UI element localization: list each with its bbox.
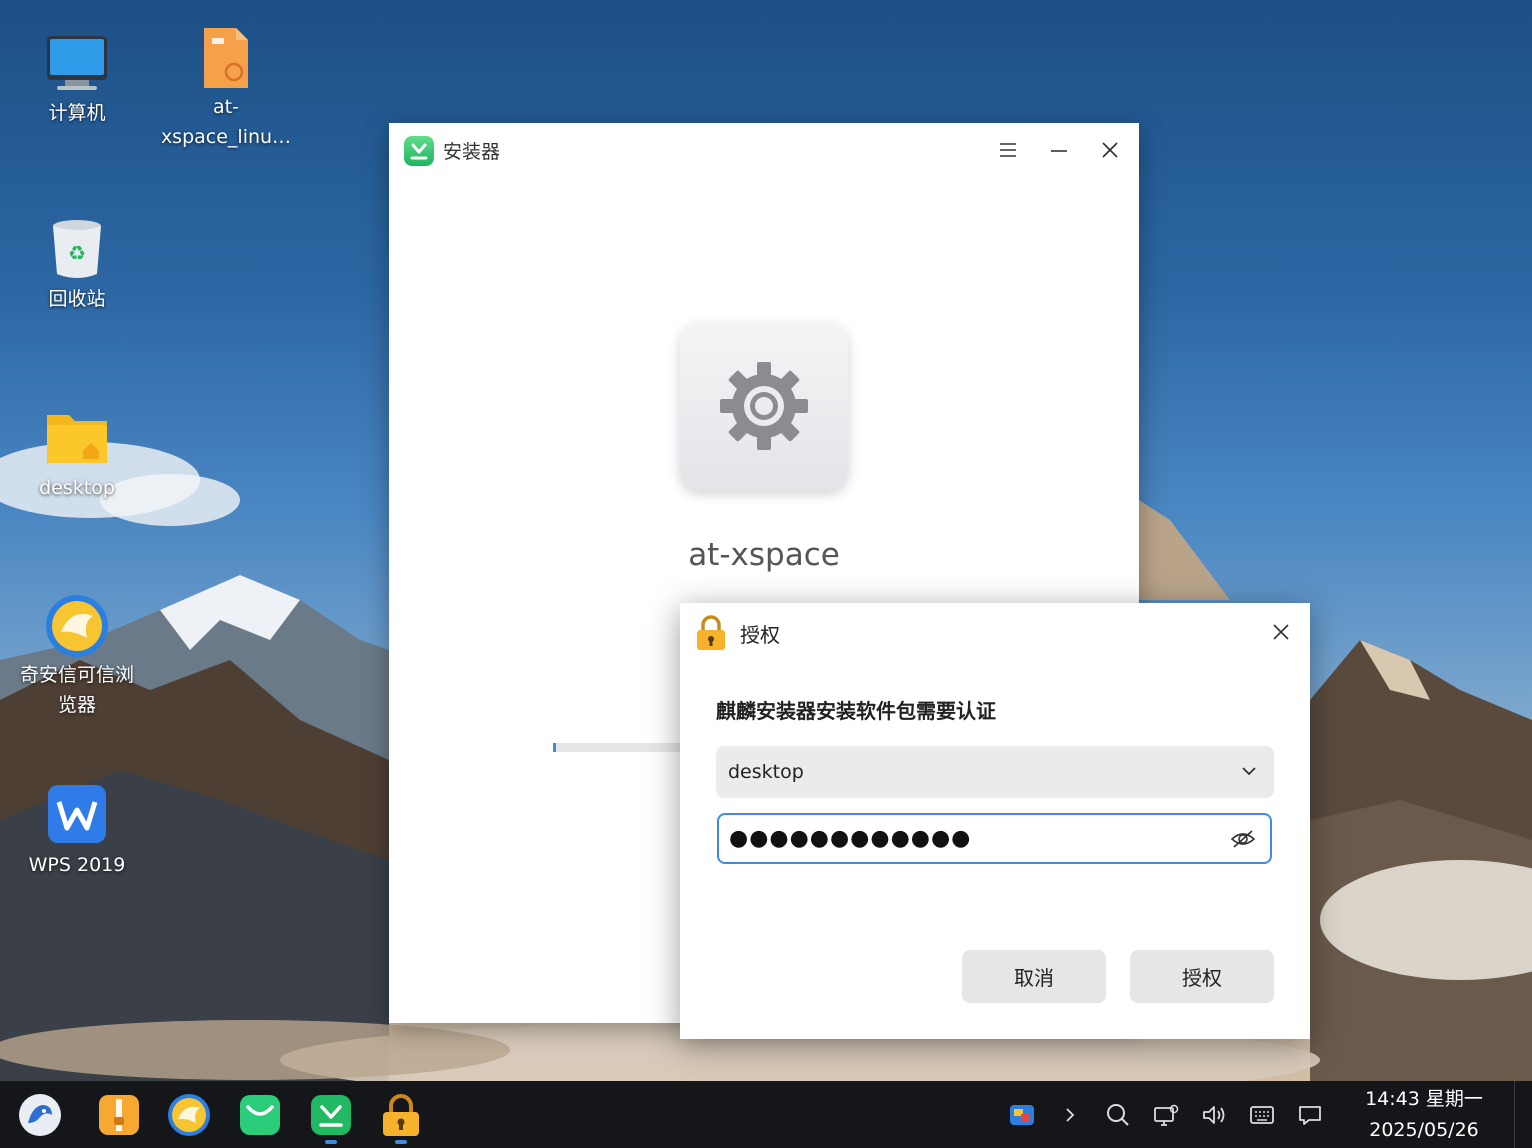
- desktop-icon-package[interactable]: at- xspace_linu…: [151, 24, 301, 152]
- deb-package-icon: [192, 24, 260, 92]
- taskbar-app-store[interactable]: [238, 1093, 282, 1137]
- qianxin-browser-icon: [168, 1094, 210, 1136]
- installer-icon: [311, 1095, 351, 1135]
- desktop-icon-label: 计算机: [48, 102, 106, 124]
- desktop-icon-label: at- xspace_linu…: [160, 96, 292, 148]
- desktop-icon-trash[interactable]: ♻ 回收站: [2, 216, 152, 314]
- taskbar-installer[interactable]: [309, 1093, 353, 1137]
- start-menu-button[interactable]: [18, 1093, 62, 1137]
- svg-text:♻: ♻: [68, 241, 86, 265]
- desktop-icon-browser[interactable]: 奇安信可信浏 览器: [2, 592, 152, 720]
- chevron-right-icon: [1066, 1108, 1075, 1122]
- message-icon: [1299, 1106, 1321, 1125]
- minimize-button[interactable]: [1042, 135, 1076, 165]
- install-progress-bar: [553, 743, 683, 752]
- eye-off-icon[interactable]: [1230, 827, 1256, 851]
- desktop-icon-wps[interactable]: WPS 2019: [2, 782, 152, 880]
- authorize-button[interactable]: 授权: [1130, 950, 1274, 1003]
- close-button[interactable]: [1093, 135, 1127, 165]
- desktop-icon-computer[interactable]: 计算机: [2, 30, 152, 128]
- close-icon: [1273, 624, 1289, 640]
- auth-dialog: 授权 麒麟安装器安装软件包需要认证 desktop ●●●●●●●●●●●● 取…: [680, 603, 1310, 1039]
- tray-expand-button[interactable]: [1056, 1101, 1084, 1129]
- show-desktop-button[interactable]: [1514, 1081, 1515, 1148]
- network-button[interactable]: [1152, 1101, 1180, 1129]
- lock-icon: [383, 1094, 419, 1136]
- user-select[interactable]: desktop: [716, 746, 1274, 798]
- auth-prompt: 麒麟安装器安装软件包需要认证: [716, 699, 996, 723]
- qianxin-browser-icon: [43, 592, 111, 660]
- password-field[interactable]: ●●●●●●●●●●●●: [717, 813, 1272, 864]
- desktop-icon-home-folder[interactable]: desktop: [2, 405, 152, 503]
- gear-icon: [720, 362, 808, 450]
- running-indicator: [395, 1140, 407, 1144]
- clock[interactable]: 14:43 星期一 2025/05/26: [1350, 1084, 1498, 1146]
- lock-icon: [694, 615, 728, 655]
- keyboard-button[interactable]: [1248, 1101, 1276, 1129]
- dialog-title: 授权: [740, 623, 780, 647]
- taskbar-authorization[interactable]: [379, 1093, 423, 1137]
- taskbar-browser[interactable]: [167, 1093, 211, 1137]
- desktop-icon-label: 奇安信可信浏 览器: [19, 664, 134, 716]
- taskbar-archive-manager[interactable]: [97, 1093, 141, 1137]
- cancel-button[interactable]: 取消: [962, 950, 1106, 1003]
- hamburger-icon: [1000, 143, 1016, 157]
- clock-date: 2025/05/26: [1369, 1119, 1479, 1141]
- password-mask: ●●●●●●●●●●●●: [729, 826, 972, 851]
- clock-time: 14:43 星期一: [1365, 1088, 1483, 1110]
- minimize-icon: [1051, 150, 1067, 152]
- chevron-down-icon: [1242, 767, 1256, 776]
- installer-app-icon: [404, 136, 434, 166]
- volume-icon: [1203, 1106, 1225, 1124]
- folder-home-icon: [43, 405, 111, 473]
- desktop-icon-label: desktop: [39, 477, 115, 499]
- notification-button[interactable]: [1296, 1101, 1324, 1129]
- keyboard-icon: [1250, 1106, 1274, 1124]
- search-icon: [1107, 1104, 1129, 1126]
- desktop-icon-label: 回收站: [48, 288, 106, 310]
- package-name: at-xspace: [688, 537, 840, 573]
- running-indicator: [325, 1140, 337, 1144]
- close-icon: [1102, 142, 1118, 158]
- trash-icon: ♻: [43, 216, 111, 284]
- selected-user: desktop: [728, 761, 804, 783]
- window-title: 安装器: [443, 141, 501, 163]
- software-store-icon: [240, 1095, 280, 1135]
- security-center-icon: [1010, 1105, 1034, 1125]
- dialog-close-button[interactable]: [1264, 617, 1298, 647]
- computer-icon: [43, 30, 111, 98]
- desktop-icon-label: WPS 2019: [28, 854, 126, 876]
- wps-icon: [43, 782, 111, 850]
- search-button[interactable]: [1104, 1101, 1132, 1129]
- archive-icon: [99, 1095, 139, 1135]
- network-icon: [1154, 1104, 1179, 1126]
- taskbar: 14:43 星期一 2025/05/26: [0, 1081, 1532, 1148]
- volume-button[interactable]: [1200, 1101, 1228, 1129]
- kylin-logo-icon: [19, 1094, 61, 1136]
- menu-button[interactable]: [991, 135, 1025, 165]
- install-progress-fill: [553, 743, 556, 752]
- package-icon-card: [680, 322, 848, 490]
- tray-app-button[interactable]: [1008, 1101, 1036, 1129]
